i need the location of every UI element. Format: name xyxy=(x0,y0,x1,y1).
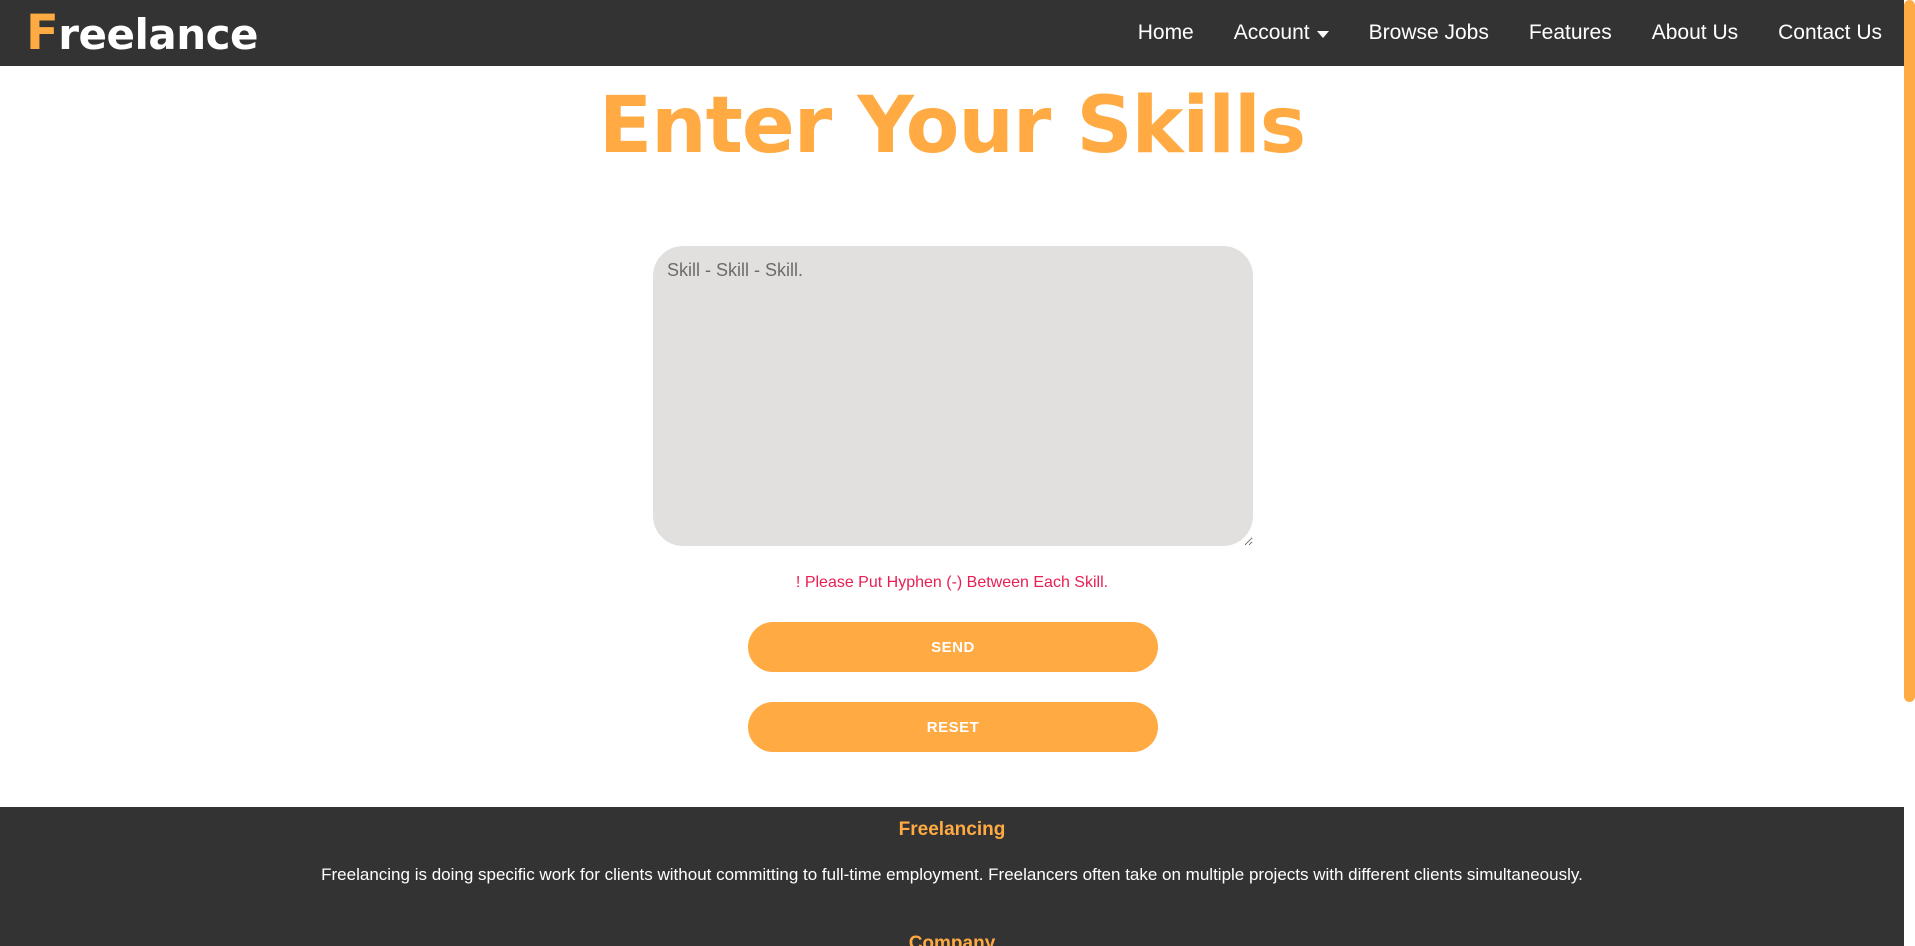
footer: Freelancing Freelancing is doing specifi… xyxy=(0,807,1904,946)
nav-about-us-label: About Us xyxy=(1651,21,1739,44)
reset-button[interactable]: RESET xyxy=(748,702,1158,752)
footer-description: Freelancing is doing specific work for c… xyxy=(321,865,1583,884)
main-content: Enter Your Skills ! Please Put Hyphen (-… xyxy=(0,66,1904,807)
nav-home[interactable]: Home xyxy=(1138,21,1194,45)
nav-account-dropdown[interactable]: Account xyxy=(1234,21,1329,45)
nav-features-label: Features xyxy=(1528,21,1612,44)
logo[interactable]: Freelance xyxy=(26,5,259,61)
nav-browse-jobs[interactable]: Browse Jobs xyxy=(1369,21,1489,45)
nav-links: Home Account Browse Jobs Features About … xyxy=(1138,0,1882,66)
nav-features[interactable]: Features xyxy=(1529,21,1612,45)
nav-contact-us-label: Contact Us xyxy=(1778,21,1882,44)
footer-heading-company: Company xyxy=(908,933,996,946)
top-navbar: Freelance Home Account Browse Jobs Featu… xyxy=(0,0,1904,66)
nav-browse-jobs-label: Browse Jobs xyxy=(1368,21,1489,44)
page-title: Enter Your Skills xyxy=(598,81,1306,171)
scrollbar-track[interactable] xyxy=(1904,0,1915,946)
nav-home-label: Home xyxy=(1137,21,1194,44)
footer-heading: Freelancing xyxy=(898,819,1006,840)
nav-about-us[interactable]: About Us xyxy=(1652,21,1738,45)
caret-down-icon xyxy=(1316,30,1329,38)
nav-contact-us[interactable]: Contact Us xyxy=(1778,21,1882,45)
scrollbar-thumb[interactable] xyxy=(1904,0,1915,702)
hyphen-hint: ! Please Put Hyphen (-) Between Each Ski… xyxy=(795,574,1109,591)
send-button[interactable]: SEND xyxy=(748,622,1158,672)
nav-account-label: Account xyxy=(1233,21,1310,44)
logo-rest: reelance xyxy=(58,10,259,59)
skills-textarea[interactable] xyxy=(653,246,1253,546)
logo-first-letter: F xyxy=(26,5,59,61)
